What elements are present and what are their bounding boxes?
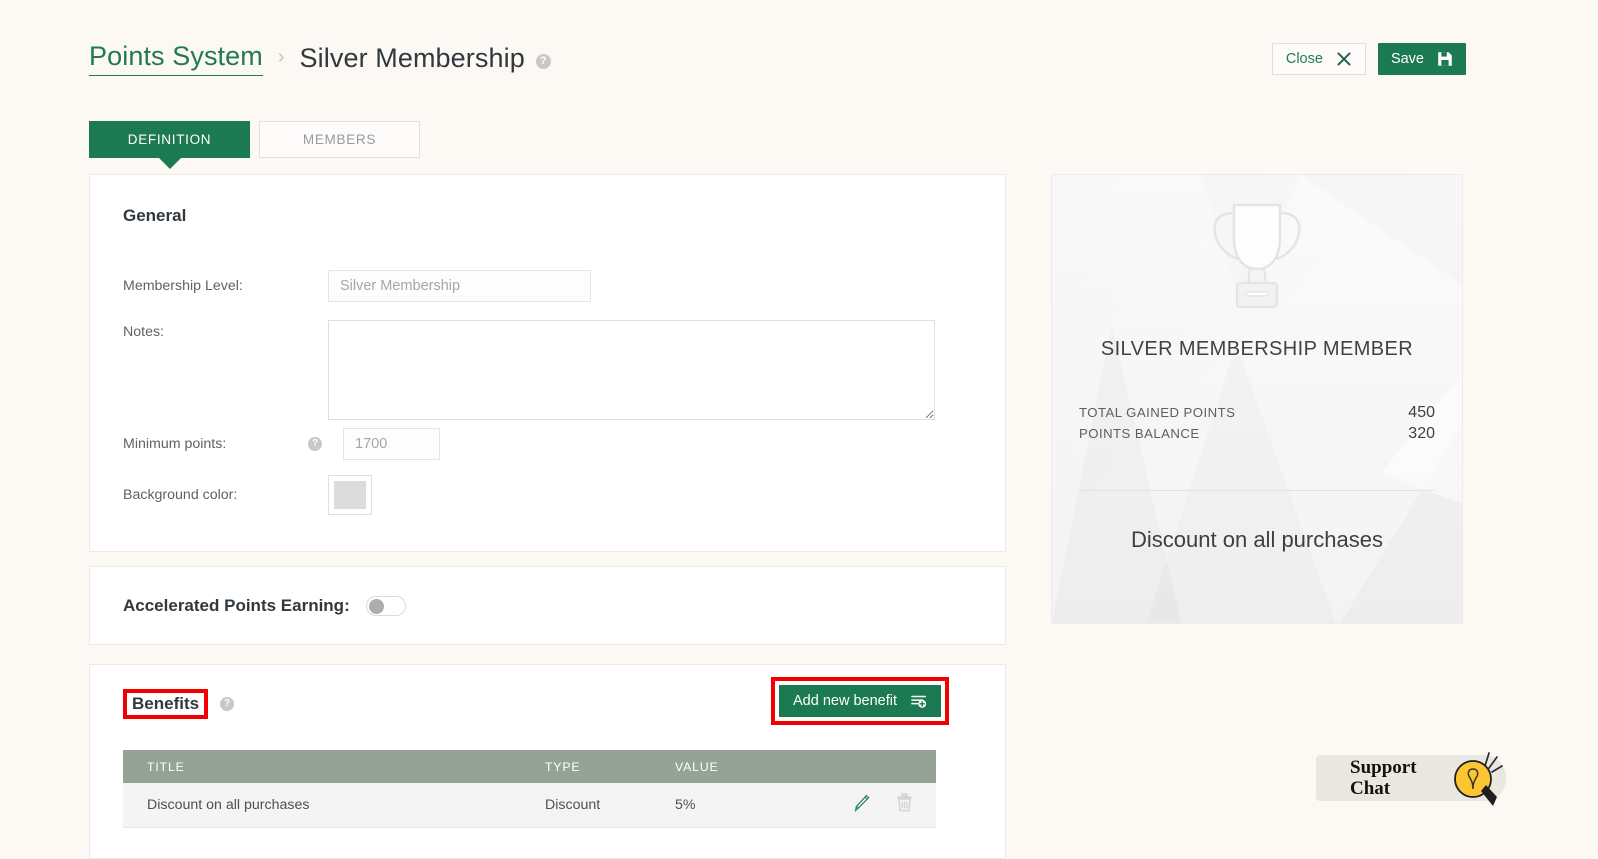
general-section-title: General — [123, 206, 187, 225]
benefits-section-title: Benefits — [132, 694, 200, 713]
general-panel: General Membership Level: Notes: Minimum… — [89, 174, 1006, 552]
benefit-type-cell: Discount — [521, 783, 651, 828]
toggle-knob — [368, 599, 384, 614]
minimum-points-help-icon[interactable]: ? — [308, 437, 322, 451]
member-preview-card: SILVER MEMBERSHIP MEMBER TOTAL GAINED PO… — [1051, 174, 1463, 624]
minimum-points-label: Minimum points: — [123, 436, 227, 452]
tab-definition-label: DEFINITION — [127, 132, 212, 147]
stat-total-gained-points-value: 450 — [1408, 404, 1435, 421]
column-header-type[interactable]: TYPE — [521, 750, 651, 783]
benefits-table: TITLE TYPE VALUE Discount on all purchas… — [123, 750, 936, 828]
add-new-benefit-annotation: Add new benefit — [771, 677, 949, 725]
floppy-disk-icon — [1437, 51, 1453, 67]
lightbulb-icon — [1445, 747, 1507, 818]
benefits-table-head: TITLE TYPE VALUE — [123, 750, 936, 783]
card-benefit-text: Discount on all purchases — [1131, 527, 1383, 552]
card-divider — [1079, 490, 1435, 491]
support-chat-widget[interactable]: Support Chat — [1316, 752, 1506, 806]
benefit-value-cell: 5% — [651, 783, 811, 828]
membership-level-label: Membership Level: — [123, 278, 243, 294]
stat-total-gained-points-label: TOTAL GAINED POINTS — [1079, 405, 1236, 420]
stat-total-gained-points: TOTAL GAINED POINTS 450 — [1079, 404, 1435, 422]
page-header: Points System › Silver Membership ? Clos… — [0, 0, 1598, 100]
stat-points-balance-value: 320 — [1408, 425, 1435, 442]
page-root: Points System › Silver Membership ? Clos… — [0, 0, 1598, 859]
benefit-title-cell: Discount on all purchases — [123, 783, 521, 828]
accelerated-points-panel: Accelerated Points Earning: — [89, 566, 1006, 645]
add-list-item-icon — [911, 693, 927, 709]
accelerated-points-toggle[interactable] — [365, 596, 406, 616]
field-membership-level: Membership Level: — [123, 270, 973, 302]
tab-definition[interactable]: DEFINITION — [89, 121, 250, 158]
save-button-label: Save — [1390, 51, 1424, 67]
tab-members[interactable]: MEMBERS — [259, 121, 420, 158]
background-color-swatch[interactable] — [328, 475, 372, 515]
column-header-actions — [811, 750, 936, 783]
field-notes: Notes: — [123, 320, 993, 420]
save-button[interactable]: Save — [1377, 43, 1466, 75]
field-background-color: Background color: — [123, 475, 973, 515]
add-new-benefit-label: Add new benefit — [793, 693, 897, 709]
benefits-help-icon[interactable]: ? — [220, 697, 235, 711]
close-x-icon — [1336, 51, 1352, 67]
close-button-label: Close — [1285, 51, 1323, 67]
page-title: Silver Membership — [299, 43, 525, 73]
header-actions: Close Save — [1271, 43, 1466, 75]
benefit-actions-cell — [811, 783, 936, 828]
column-header-value[interactable]: VALUE — [651, 750, 811, 783]
benefits-panel: Benefits ? Add new benefit TITLE TYPE VA… — [89, 664, 1006, 859]
support-chat-label: Support Chat — [1350, 757, 1417, 799]
accelerated-points-label: Accelerated Points Earning: — [123, 596, 350, 615]
benefits-header-row: TITLE TYPE VALUE — [123, 750, 936, 783]
accelerated-points-row: Accelerated Points Earning: — [123, 596, 406, 616]
stat-points-balance: POINTS BALANCE 320 — [1079, 425, 1435, 443]
background-color-preview — [334, 481, 366, 509]
card-title: SILVER MEMBERSHIP MEMBER — [1100, 338, 1414, 360]
background-color-label: Background color: — [123, 487, 238, 503]
breadcrumb: Points System › Silver Membership ? — [89, 41, 551, 76]
chevron-right-icon: › — [277, 45, 285, 68]
column-header-title[interactable]: TITLE — [123, 750, 521, 783]
minimum-points-input[interactable] — [343, 428, 440, 460]
benefits-title-annotation: Benefits — [123, 689, 209, 719]
add-new-benefit-button[interactable]: Add new benefit — [779, 685, 941, 717]
table-row[interactable]: Discount on all purchases Discount 5% — [123, 783, 936, 828]
close-button[interactable]: Close — [1271, 43, 1366, 75]
trophy-icon — [1052, 199, 1462, 324]
tab-members-label: MEMBERS — [302, 132, 377, 147]
tab-bar: DEFINITION MEMBERS — [89, 121, 420, 158]
trash-icon[interactable] — [896, 793, 913, 816]
pencil-icon[interactable] — [853, 794, 870, 816]
benefits-table-body: Discount on all purchases Discount 5% — [123, 783, 936, 828]
stat-points-balance-label: POINTS BALANCE — [1079, 426, 1200, 441]
benefits-header: Benefits ? — [123, 689, 235, 719]
notes-textarea[interactable] — [328, 320, 935, 420]
notes-label: Notes: — [123, 324, 165, 340]
membership-level-input[interactable] — [328, 270, 591, 302]
breadcrumb-link-points-system[interactable]: Points System — [89, 41, 263, 76]
help-icon[interactable]: ? — [535, 54, 551, 69]
field-minimum-points: Minimum points: ? — [123, 428, 973, 460]
card-stats: TOTAL GAINED POINTS 450 POINTS BALANCE 3… — [1079, 404, 1435, 446]
